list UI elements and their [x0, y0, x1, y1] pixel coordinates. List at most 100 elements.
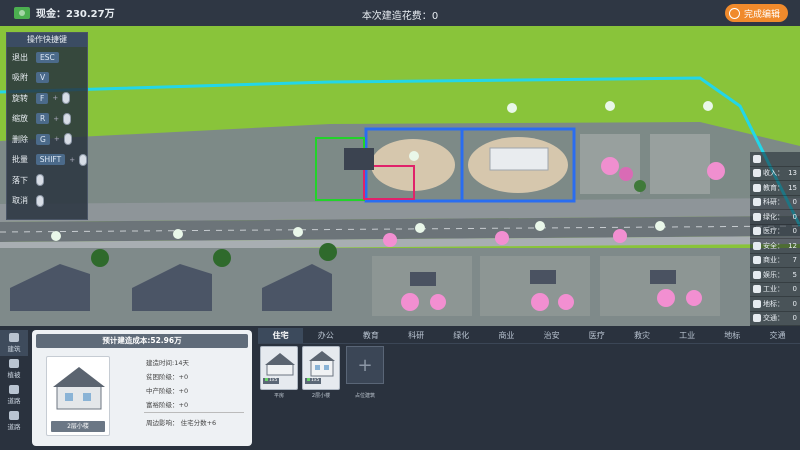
fun-icon [753, 270, 761, 279]
estimated-cost: 预计建造成本:52.96万 [36, 334, 248, 348]
traffic-icon [753, 314, 761, 323]
house-icon [53, 367, 105, 410]
tab-11[interactable]: 交通 [755, 328, 800, 343]
mouse-icon [62, 92, 71, 105]
building-label: 2层小楼 [311, 393, 331, 399]
bungalow-icon [265, 353, 295, 376]
stat-row: 商业： 7 [750, 253, 800, 268]
category-nav-item[interactable]: 建筑 [0, 330, 28, 356]
shortcut-panel: 操作快捷键 退出 ESC 吸附 V 旋转 F + 缩放 R + 删除 G + 批量 SHIFT + 落下 取消 [6, 32, 88, 220]
stat-label: 科研： [763, 198, 784, 207]
finish-edit-button[interactable]: 完成编辑 [724, 4, 788, 22]
tab-9[interactable]: 工业 [665, 328, 710, 343]
tab-10[interactable]: 地标 [710, 328, 755, 343]
shortcut-title: 操作快捷键 [7, 33, 87, 47]
category-nav-item[interactable]: 植被 [0, 356, 28, 382]
plus-sign: + [69, 155, 76, 164]
city-view[interactable] [0, 26, 800, 326]
category-label: 道路 [7, 397, 21, 405]
stat-value: 5 [792, 270, 797, 279]
category-nav-item[interactable]: 道路 [0, 382, 28, 408]
tab-5[interactable]: 商业 [484, 328, 529, 343]
stat-row: 绿化： 0 [750, 210, 800, 225]
building-card-two-story[interactable]: 1x5 [302, 346, 340, 390]
power-icon [728, 7, 740, 19]
tab-0[interactable]: 住宅 [258, 328, 304, 343]
mouse-icon [79, 153, 87, 166]
building-label: 平房 [273, 393, 284, 399]
tab-6[interactable]: 治安 [529, 328, 574, 343]
stat-row: 安全： 12 [750, 239, 800, 254]
building-thumbnail: 2层小楼 [46, 356, 110, 436]
add-building-button[interactable]: + [346, 346, 384, 384]
tab-2[interactable]: 教育 [348, 328, 393, 343]
top-bar: 现金： 230.27万 本次建造花费：0 完成编辑 [0, 0, 800, 26]
key-badge: F [36, 92, 49, 104]
category-icon [9, 385, 19, 394]
category-nav-item[interactable]: 道路 [0, 408, 28, 434]
stat-row: 收入： 13 [750, 166, 800, 181]
research-icon [753, 198, 761, 207]
stat-row: 地标： 0 [750, 297, 800, 312]
shortcut-label: 旋转 [12, 93, 28, 103]
tab-4[interactable]: 绿化 [439, 328, 484, 343]
shortcut-row: 退出 ESC [7, 47, 87, 68]
stat-value: 0 [792, 314, 797, 323]
shortcut-row: 缩放 R + [7, 109, 87, 130]
tab-1[interactable]: 办公 [303, 328, 348, 343]
shortcut-label: 退出 [12, 52, 28, 62]
poor-class: 贫困阶级：+0 [146, 373, 189, 381]
shortcut-label: 缩放 [12, 114, 28, 124]
tab-3[interactable]: 科研 [394, 328, 439, 343]
stat-value: 12 [788, 241, 797, 250]
stat-value: 0 [792, 285, 797, 294]
plus-sign: + [52, 94, 59, 103]
rich-class: 富裕阶级：+0 [146, 401, 189, 409]
city-stats-panel: 收入： 13 教育： 15 科研： 0 绿化： 0 医疗： 0 安全： 12 商业： 7 娱乐： 5 工业： 0 地… [750, 152, 800, 326]
stat-label: 商业： [763, 256, 784, 265]
building-category-tabs: 住宅 办公 教育 科研 绿化 商业 治安 医疗 救灾 工业 地标 交通 [258, 328, 800, 344]
finish-edit-label: 完成编辑 [743, 9, 780, 20]
building-badge: 1x5 [305, 378, 322, 384]
shortcut-label: 删除 [12, 134, 28, 144]
stat-value: 13 [788, 169, 797, 178]
stat-value: 0 [792, 299, 797, 308]
land-icon [753, 299, 761, 308]
key-badge: R [36, 113, 50, 125]
mouse-icon [63, 133, 72, 146]
tab-7[interactable]: 医疗 [574, 328, 619, 343]
key-badge: SHIFT [35, 154, 66, 166]
tab-8[interactable]: 救灾 [619, 328, 664, 343]
key-badge: G [36, 133, 50, 145]
category-label: 建筑 [7, 345, 21, 353]
middle-class: 中产阶级：+0 [146, 387, 189, 395]
key-badge: V [36, 72, 50, 84]
two-story-icon [309, 351, 335, 377]
plus-sign: + [53, 135, 60, 144]
category-icon [9, 359, 19, 368]
mouse-icon [36, 194, 44, 207]
shortcut-row: 批量 SHIFT + [7, 150, 87, 171]
stat-row: 交通： 0 [750, 311, 800, 326]
game-scene[interactable] [0, 26, 800, 326]
stat-label: 医疗： [763, 227, 784, 236]
building-name: 2层小楼 [51, 421, 105, 432]
build-cost-label: 本次建造花费： [361, 11, 432, 22]
shortcut-row: 取消 [7, 191, 87, 212]
category-icon [9, 333, 19, 342]
shield-icon [753, 241, 761, 250]
category-label: 道路 [7, 423, 21, 431]
building-badge: 1x5 [263, 378, 280, 384]
stat-label: 绿化： [763, 212, 784, 221]
stat-label: 交通： [763, 314, 784, 323]
shortcut-row: 旋转 F + [7, 88, 87, 109]
building-card-bungalow[interactable]: 1x5 [260, 346, 298, 390]
add-building-caption: 占位建筑 [354, 393, 375, 399]
category-icon [9, 411, 19, 420]
shortcut-row: 吸附 V [7, 68, 87, 89]
stat-value: 0 [792, 227, 797, 236]
stat-row: 医疗： 0 [750, 224, 800, 239]
category-nav: 建筑 植被 道路 道路 [0, 330, 28, 450]
leaf-icon [753, 212, 761, 221]
building-info-card: 预计建造成本:52.96万 2层小楼 建造时间:14天 贫困阶级：+0 中产阶级… [32, 330, 252, 446]
